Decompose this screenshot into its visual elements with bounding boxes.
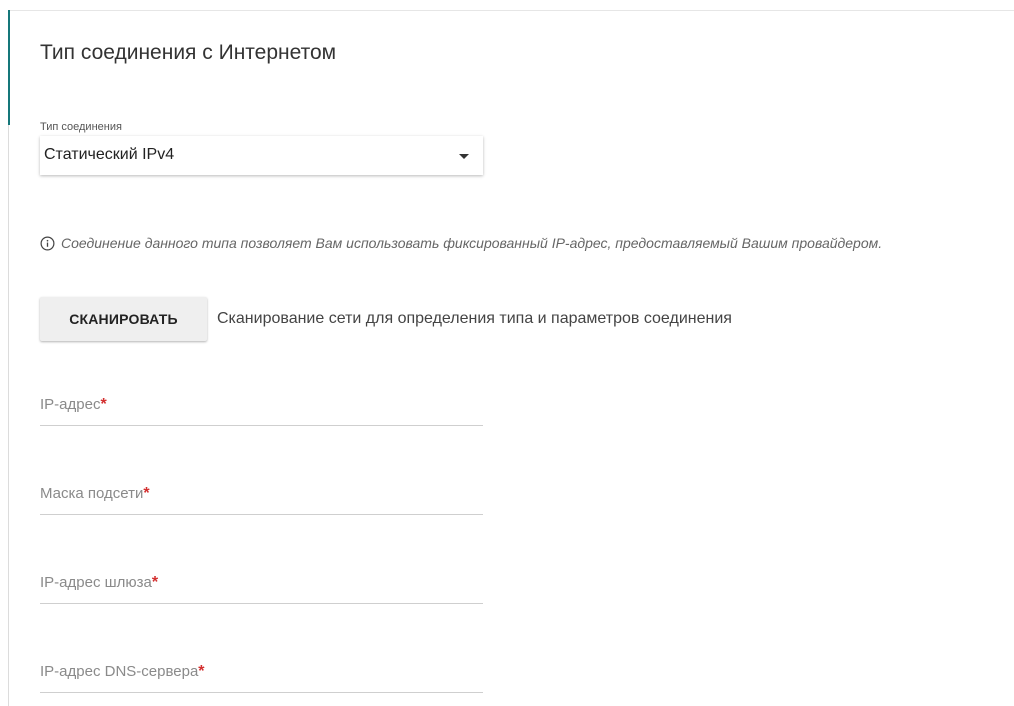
required-marker: *	[143, 485, 150, 502]
ip-address-label: IP-адрес	[40, 396, 101, 413]
dns-server-field[interactable]: IP-адрес DNS-сервера*	[40, 663, 483, 693]
gateway-label: IP-адрес шлюза	[40, 574, 152, 591]
scan-button[interactable]: СКАНИРОВАТЬ	[40, 297, 207, 341]
dropdown-arrow-icon	[459, 154, 469, 159]
required-marker: *	[151, 574, 159, 591]
connection-type-value: Статический IPv4	[44, 146, 175, 163]
connection-type-select[interactable]: Статический IPv4	[40, 136, 483, 175]
ip-address-field[interactable]: IP-адрес*	[40, 396, 483, 426]
subnet-mask-field[interactable]: Маска подсети*	[40, 485, 483, 515]
dns-server-label: IP-адрес DNS-сервера	[40, 663, 199, 680]
info-text: Соединение данного типа позволяет Вам ис…	[61, 235, 883, 251]
info-note: Соединение данного типа позволяет Вам ис…	[40, 232, 980, 254]
required-marker: *	[198, 663, 205, 680]
gateway-field[interactable]: IP-адрес шлюза*	[40, 574, 483, 604]
page-title: Тип соединения с Интернетом	[40, 41, 337, 64]
required-marker: *	[100, 396, 107, 413]
connection-type-label: Тип соединения	[40, 121, 122, 133]
scan-description: Сканирование сети для определения типа и…	[217, 310, 732, 327]
subnet-mask-label: Маска подсети	[40, 485, 144, 502]
info-icon	[40, 236, 55, 251]
panel-accent-bar	[8, 10, 10, 125]
